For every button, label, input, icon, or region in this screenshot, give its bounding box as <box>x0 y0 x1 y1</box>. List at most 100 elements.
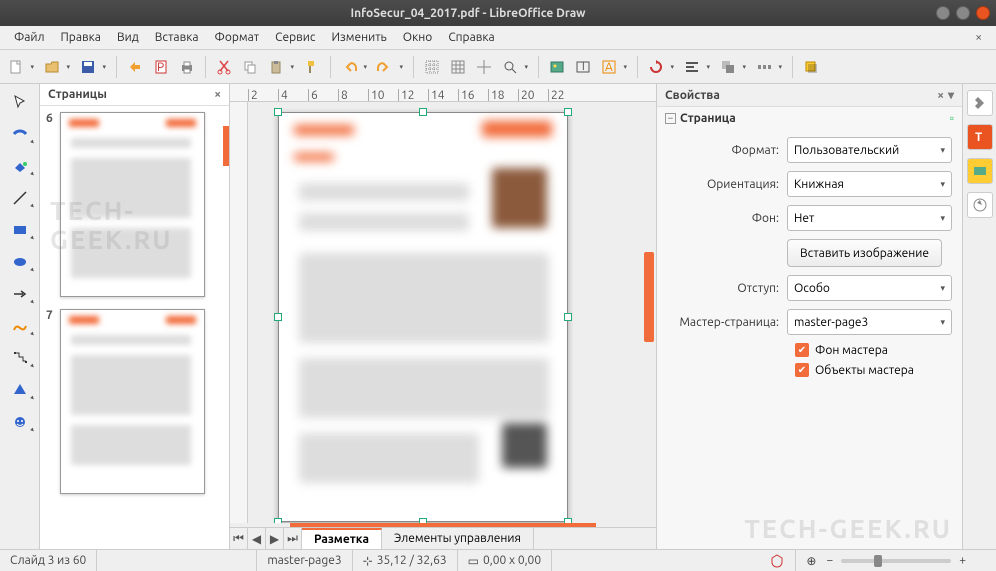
arrow-tool[interactable] <box>6 282 34 306</box>
canvas-area: 246810121416182022 <box>230 84 656 549</box>
print-button[interactable] <box>175 55 199 79</box>
page-thumb-6[interactable]: 6 <box>46 112 223 297</box>
cursor-position: ⊹35,12 / 32,63 <box>353 550 458 571</box>
title-bar: InfoSecur_04_2017.pdf - LibreOffice Draw <box>0 0 996 26</box>
window-maximize-button[interactable] <box>956 6 970 20</box>
menu-window[interactable]: Окно <box>395 28 441 47</box>
insert-image-button[interactable] <box>545 55 569 79</box>
curve-tool[interactable] <box>6 314 34 338</box>
properties-close[interactable]: × <box>937 89 944 102</box>
ellipse-tool[interactable] <box>6 250 34 274</box>
tab-layout[interactable]: Разметка <box>302 528 382 549</box>
zoom-fit-button[interactable]: ⊕ <box>796 550 826 571</box>
slide-status: Слайд 3 из 60 <box>0 550 97 571</box>
master-page-select[interactable]: master-page3 <box>787 309 952 335</box>
last-tab-button[interactable]: ⏭ <box>284 528 302 549</box>
export-button[interactable] <box>123 55 147 79</box>
clone-format-button[interactable] <box>300 55 324 79</box>
menu-file[interactable]: Файл <box>6 28 53 47</box>
watermark: TECH-GEEK.RU <box>744 514 952 543</box>
fill-color-tool[interactable] <box>6 154 34 178</box>
navigator-tab-icon[interactable] <box>967 192 993 218</box>
properties-tab-icon[interactable] <box>967 90 993 116</box>
export-pdf-button[interactable]: P <box>149 55 173 79</box>
pages-thumbnails[interactable]: 6 7 TECH-GEEK.RU <box>40 106 229 549</box>
document-close-button[interactable]: × <box>967 31 990 44</box>
tab-controls[interactable]: Элементы управления <box>382 528 534 549</box>
grid-toggle-button[interactable] <box>420 55 444 79</box>
background-select[interactable]: Нет <box>787 205 952 231</box>
align-button[interactable] <box>680 55 704 79</box>
styles-tab-icon[interactable]: T <box>967 124 993 150</box>
line-tool[interactable] <box>6 186 34 210</box>
menu-view[interactable]: Вид <box>109 28 147 47</box>
check-icon: ✔ <box>795 363 809 377</box>
status-spacer <box>97 550 257 571</box>
current-page[interactable] <box>278 112 568 522</box>
menu-service[interactable]: Сервис <box>267 28 323 47</box>
zoom-button[interactable] <box>498 55 522 79</box>
thumb-preview <box>60 112 205 297</box>
signature-status[interactable] <box>759 550 796 571</box>
open-button[interactable] <box>40 55 64 79</box>
first-tab-button[interactable]: ⏮ <box>230 528 248 549</box>
undo-button[interactable] <box>337 55 361 79</box>
select-tool[interactable] <box>6 90 34 114</box>
section-page-title: Страница <box>680 112 736 125</box>
cut-button[interactable] <box>212 55 236 79</box>
insert-image-button[interactable]: Вставить изображение <box>787 239 942 267</box>
properties-header: Свойства × ▾ <box>657 84 962 107</box>
basic-shapes-tool[interactable] <box>6 378 34 402</box>
rectangle-tool[interactable] <box>6 218 34 242</box>
distribute-button[interactable] <box>752 55 776 79</box>
format-select[interactable]: Пользовательский <box>787 137 952 163</box>
vertical-ruler[interactable] <box>230 102 248 523</box>
master-background-checkbox[interactable]: ✔ Фон мастера <box>795 343 952 357</box>
pages-panel: Страницы × 6 7 <box>40 84 230 549</box>
rotate-button[interactable] <box>644 55 668 79</box>
symbol-shapes-tool[interactable] <box>6 410 34 434</box>
master-objects-checkbox[interactable]: ✔ Объекты мастера <box>795 363 952 377</box>
copy-button[interactable] <box>238 55 262 79</box>
menu-help[interactable]: Справка <box>440 28 502 47</box>
insert-special-button[interactable]: A <box>597 55 621 79</box>
line-color-tool[interactable] <box>6 122 34 146</box>
zoom-slider[interactable]: −+ <box>826 550 966 571</box>
shadow-button[interactable] <box>799 55 823 79</box>
margin-select[interactable]: Особо <box>787 275 952 301</box>
menu-bar: Файл Правка Вид Вставка Формат Сервис Из… <box>0 26 996 50</box>
page-thumb-7[interactable]: 7 <box>46 309 223 494</box>
page-viewport[interactable] <box>248 102 656 523</box>
snap-grid-button[interactable] <box>446 55 470 79</box>
menu-format[interactable]: Формат <box>207 28 268 47</box>
menu-modify[interactable]: Изменить <box>323 28 394 47</box>
redo-button[interactable] <box>373 55 397 79</box>
menu-insert[interactable]: Вставка <box>147 28 207 47</box>
arrange-button[interactable] <box>716 55 740 79</box>
next-tab-button[interactable]: ▶ <box>266 528 284 549</box>
prev-tab-button[interactable]: ◀ <box>248 528 266 549</box>
window-minimize-button[interactable] <box>936 6 950 20</box>
menu-edit[interactable]: Правка <box>53 28 109 47</box>
paste-button[interactable] <box>264 55 288 79</box>
section-page-header[interactable]: − Страница ▫ <box>657 107 962 129</box>
thumb-number: 7 <box>46 309 60 494</box>
more-options-icon[interactable]: ▫ <box>950 111 954 125</box>
properties-menu[interactable]: ▾ <box>948 88 954 102</box>
main-area: Страницы × 6 7 <box>0 84 996 549</box>
scroll-indicator <box>223 126 229 166</box>
vertical-scrollbar[interactable] <box>642 102 656 523</box>
gallery-tab-icon[interactable] <box>967 158 993 184</box>
main-toolbar: P T A <box>0 50 996 84</box>
save-button[interactable] <box>76 55 100 79</box>
connector-tool[interactable] <box>6 346 34 370</box>
background-label: Фон: <box>667 212 787 225</box>
window-close-button[interactable] <box>976 6 990 20</box>
helplines-button[interactable] <box>472 55 496 79</box>
pages-panel-close[interactable]: × <box>214 88 221 101</box>
new-button[interactable] <box>4 55 28 79</box>
margin-label: Отступ: <box>667 282 787 295</box>
orientation-select[interactable]: Книжная <box>787 171 952 197</box>
horizontal-ruler[interactable]: 246810121416182022 <box>230 84 656 102</box>
insert-textbox-button[interactable]: T <box>571 55 595 79</box>
